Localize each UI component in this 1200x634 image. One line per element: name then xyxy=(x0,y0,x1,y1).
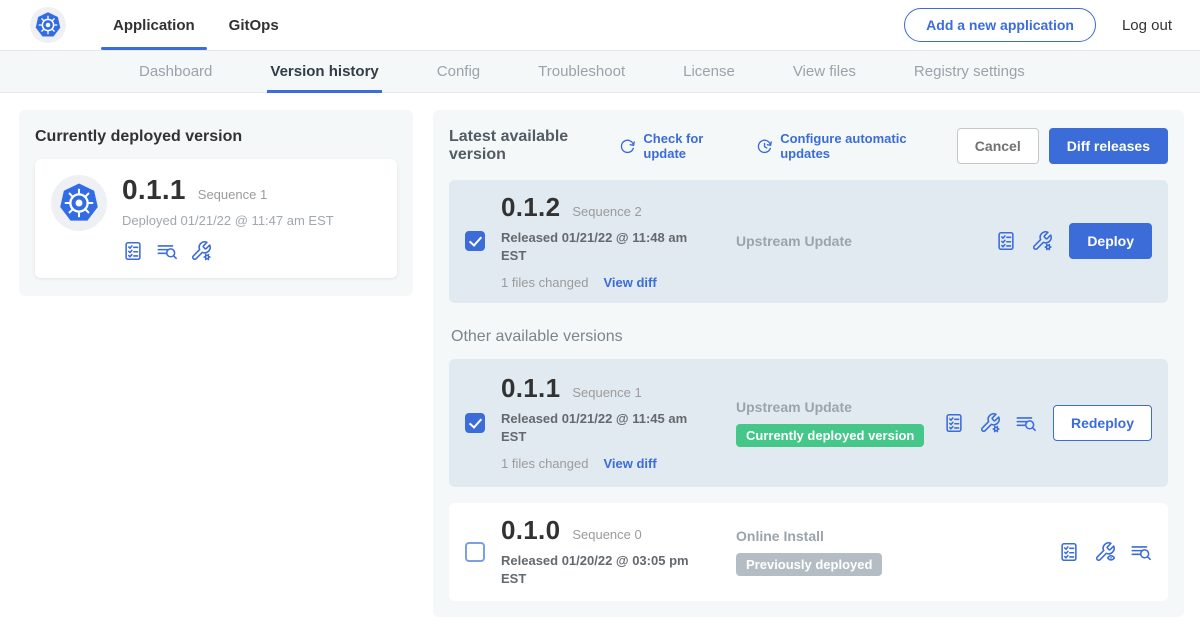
sequence-label: Sequence 0 xyxy=(572,527,641,542)
files-changed-line: 1 files changed View diff xyxy=(501,275,736,290)
version-history-panel: Latest available version Check for updat… xyxy=(433,110,1184,617)
released-timestamp: Released 01/20/22 @ 03:05 pm EST xyxy=(501,552,689,588)
deployed-version-info: 0.1.1 Sequence 1 Deployed 01/21/22 @ 11:… xyxy=(122,175,334,262)
kubernetes-helm-icon xyxy=(33,10,63,40)
version-info-column: 0.1.2 Sequence 2 Released 01/21/22 @ 11:… xyxy=(501,193,736,290)
actions-column: Deploy xyxy=(995,223,1152,259)
add-application-button[interactable]: Add a new application xyxy=(904,8,1096,42)
logout-link[interactable]: Log out xyxy=(1122,17,1172,34)
check-for-update-link[interactable]: Check for update xyxy=(619,131,732,161)
diff-releases-button[interactable]: Diff releases xyxy=(1049,128,1168,164)
latest-version-header: Latest available version Check for updat… xyxy=(449,128,1168,164)
kubernetes-logo[interactable] xyxy=(30,7,66,43)
deployed-version-card: 0.1.1 Sequence 1 Deployed 01/21/22 @ 11:… xyxy=(35,159,397,278)
subnav-item-troubleshoot[interactable]: Troubleshoot xyxy=(538,51,625,92)
view-logs-icon[interactable] xyxy=(1015,412,1037,434)
deployed-version-number: 0.1.1 xyxy=(122,175,186,206)
other-versions-title: Other available versions xyxy=(449,328,1168,346)
preflight-checks-icon[interactable] xyxy=(995,230,1017,252)
files-changed-label: 1 files changed xyxy=(501,456,588,471)
subnav-item-license[interactable]: License xyxy=(683,51,735,92)
status-badge: Previously deployed xyxy=(736,553,882,576)
version-checkbox[interactable] xyxy=(465,413,485,433)
version-row: 0.1.1 Sequence 1 Released 01/21/22 @ 11:… xyxy=(449,359,1168,487)
version-source-label: Upstream Update xyxy=(736,399,943,415)
version-number: 0.1.0 xyxy=(501,516,560,545)
view-diff-link[interactable]: View diff xyxy=(603,456,656,471)
row-icons xyxy=(995,230,1053,252)
actions-column xyxy=(1058,541,1152,563)
subnav-item-view-files[interactable]: View files xyxy=(793,51,856,92)
view-diff-link[interactable]: View diff xyxy=(603,275,656,290)
version-info-column: 0.1.0 Sequence 0 Released 01/20/22 @ 03:… xyxy=(501,516,736,588)
deploy-action-button[interactable]: Redeploy xyxy=(1053,405,1152,441)
cancel-button[interactable]: Cancel xyxy=(957,128,1039,164)
tab-application[interactable]: Application xyxy=(96,0,212,50)
row-icons xyxy=(1058,541,1152,563)
header-buttons: Cancel Diff releases xyxy=(957,128,1168,164)
configure-updates-link[interactable]: Configure automatic updates xyxy=(756,131,933,161)
edit-config-icon[interactable] xyxy=(190,240,212,262)
subnav-item-dashboard[interactable]: Dashboard xyxy=(139,51,212,92)
kubernetes-helm-icon xyxy=(56,180,102,226)
latest-version-title: Latest available version xyxy=(449,128,605,164)
version-number: 0.1.2 xyxy=(501,193,560,222)
released-timestamp: Released 01/21/22 @ 11:48 am EST xyxy=(501,229,689,265)
refresh-icon xyxy=(619,138,636,155)
version-source-label: Upstream Update xyxy=(736,233,995,249)
version-number: 0.1.1 xyxy=(501,374,560,403)
view-logs-icon[interactable] xyxy=(156,240,178,262)
sequence-label: Sequence 2 xyxy=(572,204,641,219)
edit-config-icon[interactable] xyxy=(979,412,1001,434)
edit-config-icon[interactable] xyxy=(1031,230,1053,252)
files-changed-label: 1 files changed xyxy=(501,275,588,290)
version-source-label: Online Install xyxy=(736,528,1058,544)
source-column: Upstream Update xyxy=(736,233,995,249)
files-changed-line: 1 files changed View diff xyxy=(501,456,736,471)
preflight-checks-icon[interactable] xyxy=(1058,541,1080,563)
version-checkbox[interactable] xyxy=(465,542,485,562)
deployed-version-actions xyxy=(122,240,334,262)
source-column: Upstream Update Currently deployed versi… xyxy=(736,399,943,447)
subnav: Dashboard Version history Config Troublesho… xyxy=(0,50,1200,93)
version-checkbox[interactable] xyxy=(465,231,485,251)
preflight-checks-icon[interactable] xyxy=(122,240,144,262)
latest-version-list: 0.1.2 Sequence 2 Released 01/21/22 @ 11:… xyxy=(449,180,1168,303)
version-row: 0.1.0 Sequence 0 Released 01/20/22 @ 03:… xyxy=(449,503,1168,601)
released-timestamp: Released 01/21/22 @ 11:45 am EST xyxy=(501,410,689,446)
subnav-item-registry-settings[interactable]: Registry settings xyxy=(914,51,1025,92)
subnav-item-version-history[interactable]: Version history xyxy=(270,51,378,92)
app-tabs: Application GitOps xyxy=(96,0,296,50)
status-badge: Currently deployed version xyxy=(736,424,924,447)
app-logo xyxy=(51,175,107,231)
version-row: 0.1.2 Sequence 2 Released 01/21/22 @ 11:… xyxy=(449,180,1168,303)
tab-gitops[interactable]: GitOps xyxy=(212,0,296,50)
view-config-icon[interactable] xyxy=(1094,541,1116,563)
sequence-label: Sequence 1 xyxy=(572,385,641,400)
other-versions-list: 0.1.1 Sequence 1 Released 01/21/22 @ 11:… xyxy=(449,359,1168,601)
source-column: Online Install Previously deployed xyxy=(736,528,1058,576)
deployed-sequence-label: Sequence 1 xyxy=(198,187,267,202)
preflight-checks-icon[interactable] xyxy=(943,412,965,434)
top-nav-right: Add a new application Log out xyxy=(904,8,1172,42)
currently-deployed-panel: Currently deployed version 0.1.1 Sequenc… xyxy=(19,110,413,296)
main-content: Currently deployed version 0.1.1 Sequenc… xyxy=(0,93,1200,617)
subnav-item-config[interactable]: Config xyxy=(437,51,480,92)
deployed-timestamp: Deployed 01/21/22 @ 11:47 am EST xyxy=(122,213,334,228)
version-info-column: 0.1.1 Sequence 1 Released 01/21/22 @ 11:… xyxy=(501,374,736,471)
deploy-action-button[interactable]: Deploy xyxy=(1069,223,1152,259)
currently-deployed-title: Currently deployed version xyxy=(35,128,397,146)
schedule-update-icon xyxy=(756,138,773,155)
top-nav: Application GitOps Add a new application… xyxy=(0,0,1200,50)
actions-column: Redeploy xyxy=(943,405,1152,441)
view-logs-icon[interactable] xyxy=(1130,541,1152,563)
row-icons xyxy=(943,412,1037,434)
